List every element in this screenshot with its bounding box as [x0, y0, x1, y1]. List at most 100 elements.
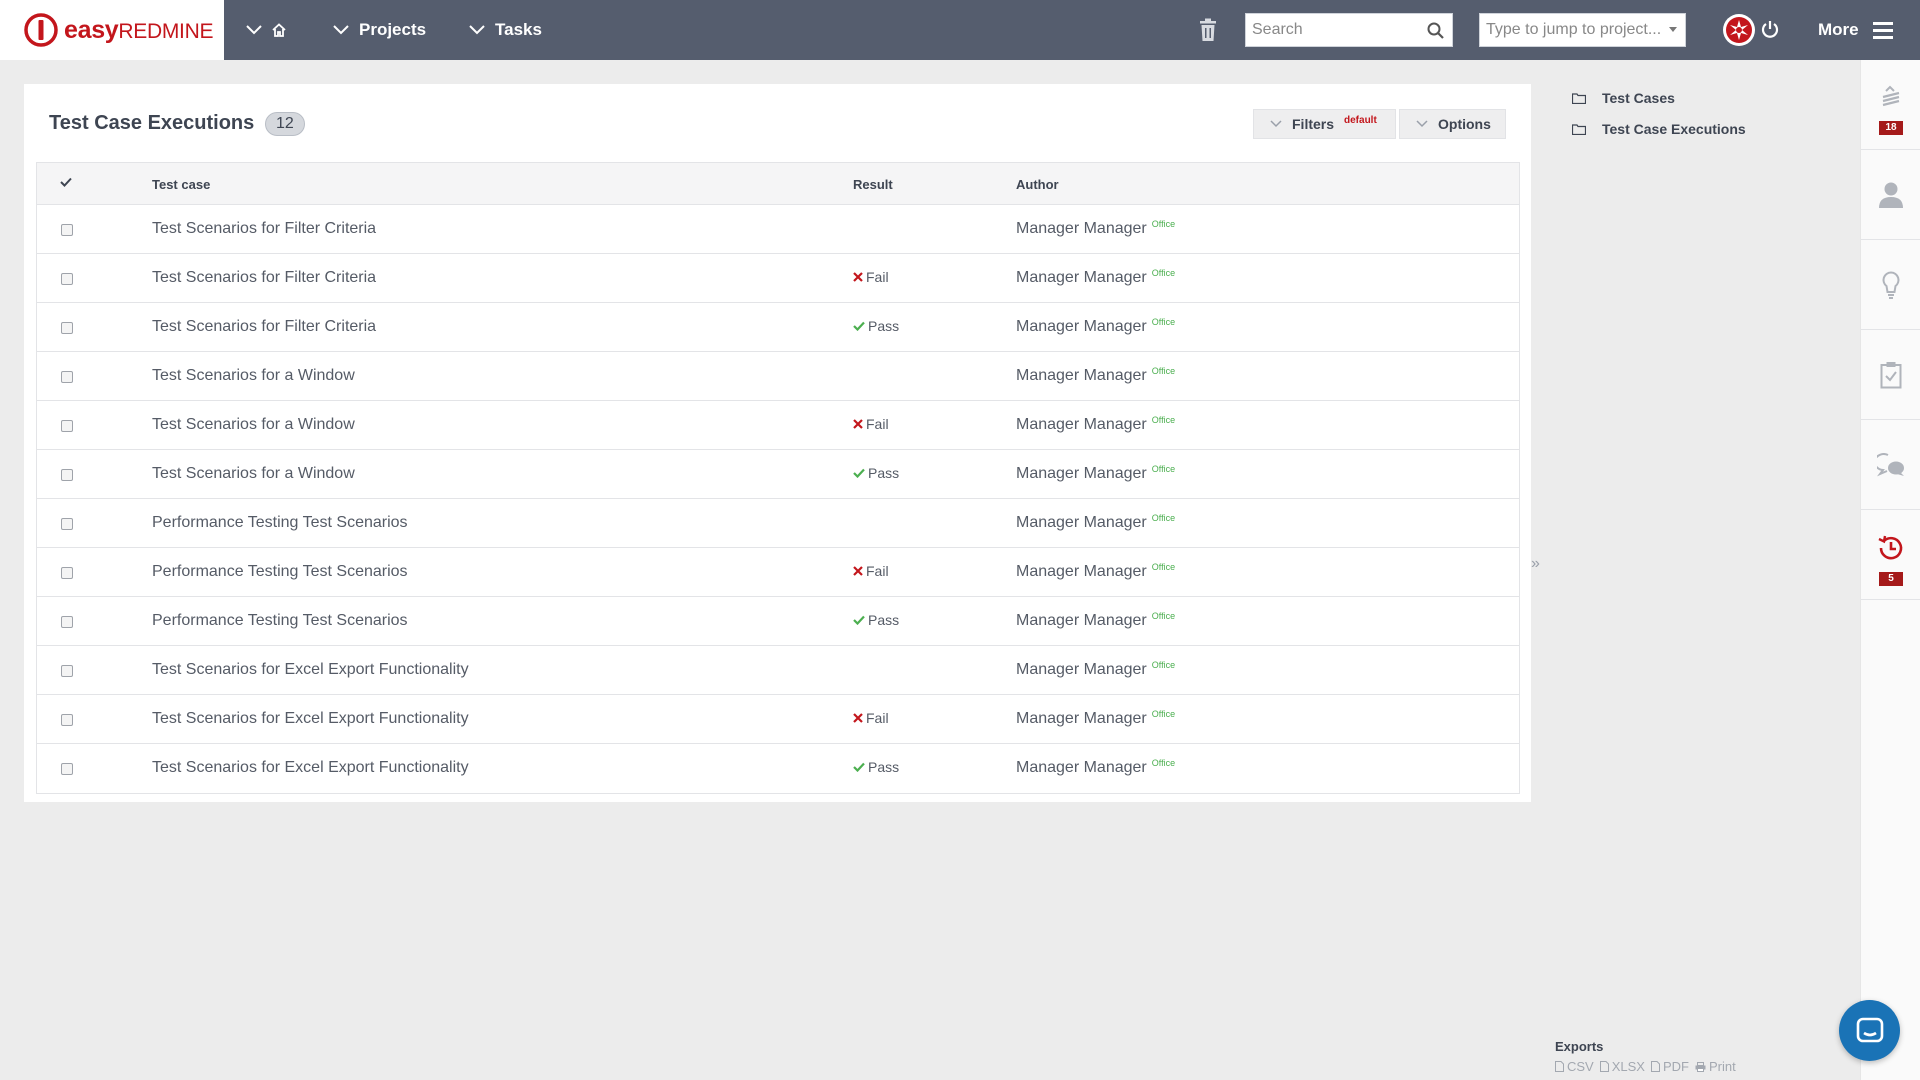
table-row[interactable]: Test Scenarios for a Window Fail Manager M… — [37, 401, 1519, 450]
table-body: Test Scenarios for Filter Criteria Manage… — [37, 205, 1519, 793]
author-link[interactable]: Manager Manager — [1016, 269, 1147, 286]
test-case-link[interactable]: Test Scenarios for a Window — [152, 416, 355, 434]
test-case-link[interactable]: Test Scenarios for Filter Criteria — [152, 220, 376, 238]
nav-home[interactable] — [246, 0, 296, 60]
table-row[interactable]: Test Scenarios for a Window Pass Manager M… — [37, 450, 1519, 499]
row-checkbox[interactable] — [61, 224, 73, 236]
export-csv-link[interactable]: CSV — [1555, 1059, 1594, 1074]
search-input[interactable] — [1246, 14, 1422, 46]
dock-item-ideas[interactable] — [1861, 240, 1920, 330]
test-case-link[interactable]: Performance Testing Test Scenarios — [152, 514, 408, 532]
row-checkbox[interactable] — [61, 371, 73, 383]
author-office-tag: Office — [1151, 317, 1176, 327]
nav-projects[interactable]: Projects — [333, 0, 426, 60]
nav-tasks[interactable]: Tasks — [469, 0, 542, 60]
select-all-check-icon[interactable] — [60, 177, 72, 187]
author-link[interactable]: Manager Manager — [1016, 465, 1147, 482]
table-row[interactable]: Test Scenarios for Excel Export Function… — [37, 695, 1519, 744]
author-link[interactable]: Manager Manager — [1016, 416, 1147, 433]
author-office-tag: Office — [1151, 219, 1176, 229]
caret-down-icon[interactable] — [1669, 27, 1677, 33]
column-header-result[interactable]: Result — [853, 177, 893, 192]
author-link[interactable]: Manager Manager — [1016, 563, 1147, 580]
table-row[interactable]: Test Scenarios for Excel Export Function… — [37, 646, 1519, 695]
test-case-link[interactable]: Performance Testing Test Scenarios — [152, 612, 408, 630]
row-checkbox[interactable] — [61, 322, 73, 334]
export-pdf-link[interactable]: PDF — [1650, 1059, 1689, 1074]
chat-icon — [1877, 452, 1904, 476]
result-cell: Pass — [853, 612, 899, 628]
dock-item-chat[interactable] — [1861, 420, 1920, 510]
row-checkbox[interactable] — [61, 469, 73, 481]
author-link[interactable]: Manager Manager — [1016, 759, 1147, 776]
power-icon[interactable] — [1760, 19, 1780, 39]
logo[interactable]: easyREDMINE — [0, 0, 224, 60]
result-cell: Pass — [853, 759, 899, 775]
trash-icon[interactable] — [1198, 18, 1218, 42]
sidebar-link-test-cases[interactable]: Test Cases — [1572, 90, 1675, 106]
table-row[interactable]: Test Scenarios for Filter Criteria Manage… — [37, 205, 1519, 254]
table-row[interactable]: Performance Testing Test Scenarios Fail Ma… — [37, 548, 1519, 597]
result-label: Fail — [866, 269, 889, 285]
collapse-sidebar-arrow[interactable]: » — [1531, 555, 1540, 573]
result-cell: Fail — [853, 710, 889, 726]
row-checkbox[interactable] — [61, 763, 73, 775]
table-header: Test case Result Author — [37, 163, 1519, 205]
author-link[interactable]: Manager Manager — [1016, 661, 1147, 678]
jump-to-project-input[interactable] — [1480, 14, 1660, 46]
folder-icon — [1572, 123, 1586, 135]
fail-x-icon — [853, 566, 863, 576]
author-link[interactable]: Manager Manager — [1016, 318, 1147, 335]
author-link[interactable]: Manager Manager — [1016, 612, 1147, 629]
search-icon[interactable] — [1427, 22, 1444, 39]
test-case-link[interactable]: Test Scenarios for a Window — [152, 465, 355, 483]
export-xlsx-link[interactable]: XLSX — [1599, 1059, 1645, 1074]
test-case-link[interactable]: Test Scenarios for Excel Export Function… — [152, 661, 469, 679]
home-icon — [272, 23, 286, 37]
test-case-link[interactable]: Test Scenarios for a Window — [152, 367, 355, 385]
author-link[interactable]: Manager Manager — [1016, 220, 1147, 237]
row-checkbox[interactable] — [61, 518, 73, 530]
table-row[interactable]: Test Scenarios for a Window Manager Manag… — [37, 352, 1519, 401]
more-menu[interactable]: More — [1818, 0, 1893, 60]
row-checkbox[interactable] — [61, 567, 73, 579]
table-row[interactable]: Test Scenarios for Excel Export Function… — [37, 744, 1519, 793]
test-case-link[interactable]: Test Scenarios for Filter Criteria — [152, 269, 376, 287]
dock-item-user[interactable] — [1861, 150, 1920, 240]
page-title: Test Case Executions — [49, 112, 255, 134]
test-case-link[interactable]: Test Scenarios for Excel Export Function… — [152, 710, 469, 728]
author-cell: Manager Manager Office — [1016, 562, 1175, 581]
table-row[interactable]: Test Scenarios for Filter Criteria Pass Ma… — [37, 303, 1519, 352]
print-link[interactable]: Print — [1695, 1059, 1736, 1074]
chevron-down-icon — [333, 25, 349, 35]
sidebar-link-test-case-executions[interactable]: Test Case Executions — [1572, 121, 1746, 137]
test-case-link[interactable]: Test Scenarios for Excel Export Function… — [152, 759, 469, 777]
options-button[interactable]: Options — [1399, 109, 1506, 139]
folder-icon — [1572, 92, 1586, 104]
avatar[interactable] — [1722, 13, 1756, 47]
printer-icon — [1695, 1061, 1706, 1072]
author-link[interactable]: Manager Manager — [1016, 367, 1147, 384]
hamburger-icon — [1872, 21, 1893, 39]
help-chat-button[interactable] — [1839, 1000, 1900, 1061]
author-link[interactable]: Manager Manager — [1016, 514, 1147, 531]
table-row[interactable]: Test Scenarios for Filter Criteria Fail Ma… — [37, 254, 1519, 303]
test-case-link[interactable]: Test Scenarios for Filter Criteria — [152, 318, 376, 336]
row-checkbox[interactable] — [61, 616, 73, 628]
dock-item-tasks[interactable] — [1861, 330, 1920, 420]
user-icon — [1879, 182, 1903, 208]
filters-button[interactable]: Filters default — [1253, 109, 1396, 139]
row-checkbox[interactable] — [61, 273, 73, 285]
table-row[interactable]: Performance Testing Test Scenarios Pass Ma… — [37, 597, 1519, 646]
row-checkbox[interactable] — [61, 665, 73, 677]
author-link[interactable]: Manager Manager — [1016, 710, 1147, 727]
row-checkbox[interactable] — [61, 420, 73, 432]
table-row[interactable]: Performance Testing Test Scenarios Manage… — [37, 499, 1519, 548]
test-case-link[interactable]: Performance Testing Test Scenarios — [152, 563, 408, 581]
column-header-test-case[interactable]: Test case — [152, 177, 210, 192]
dock-item-activity[interactable]: 18 — [1861, 60, 1920, 150]
column-header-author[interactable]: Author — [1016, 177, 1059, 192]
row-checkbox[interactable] — [61, 714, 73, 726]
dock-item-history[interactable]: 5 — [1861, 510, 1920, 600]
author-cell: Manager Manager Office — [1016, 660, 1175, 679]
